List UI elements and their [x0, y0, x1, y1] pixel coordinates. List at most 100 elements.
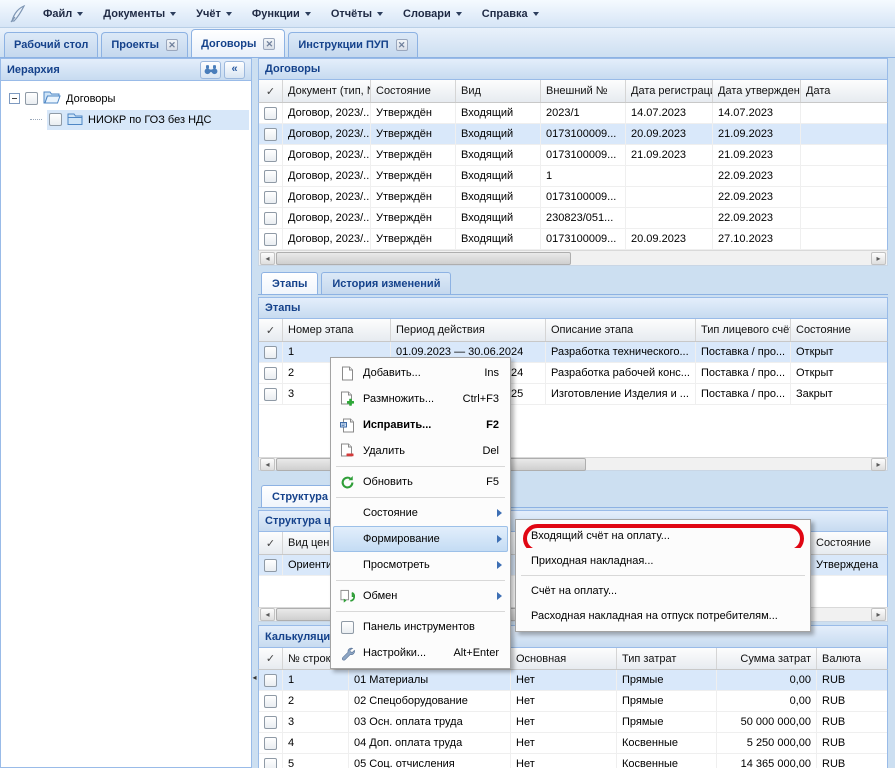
menu-item-delete[interactable]: Удалить Del [333, 438, 508, 464]
menu-item-refresh[interactable]: Обновить F5 [333, 469, 508, 495]
column-state[interactable]: Состояние [371, 80, 456, 102]
node-checkbox[interactable] [25, 92, 38, 105]
row-checkbox[interactable] [259, 124, 283, 144]
column-check[interactable]: ✓ [259, 532, 283, 554]
column-check[interactable]: ✓ [259, 319, 283, 341]
row-checkbox[interactable] [259, 208, 283, 228]
table-row[interactable]: Договор, 2023/...УтверждёнВходящий017310… [259, 124, 887, 145]
menu-reports[interactable]: Отчёты [321, 3, 393, 25]
table-cell: 2023/1 [541, 103, 626, 123]
row-checkbox[interactable] [259, 754, 283, 768]
tree-node-niokr[interactable]: НИОКР по ГОЗ без НДС [1, 109, 251, 130]
table-row[interactable]: 101 МатериалыНетПрямые0,00RUB [259, 670, 887, 691]
scroll-right-icon[interactable]: ▸ [871, 252, 886, 265]
scroll-thumb[interactable] [276, 252, 571, 265]
scroll-left-icon[interactable]: ◂ [260, 252, 275, 265]
table-cell: 21.09.2023 [713, 124, 801, 144]
menu-item-add[interactable]: Добавить... Ins [333, 360, 508, 386]
collapse-expander-icon[interactable] [9, 93, 20, 104]
column-stage-no[interactable]: Номер этапа [283, 319, 391, 341]
row-checkbox[interactable] [259, 103, 283, 123]
table-row[interactable]: 404 Доп. оплата трудаНетКосвенные5 250 0… [259, 733, 887, 754]
column-account-type[interactable]: Тип лицевого счёт [696, 319, 791, 341]
tab-stages[interactable]: Этапы [261, 272, 318, 294]
row-checkbox[interactable] [259, 733, 283, 753]
column-state[interactable]: Состояние [791, 319, 887, 341]
column-external-no[interactable]: Внешний № [541, 80, 626, 102]
menu-dictionaries[interactable]: Словари [393, 3, 472, 25]
contracts-hscrollbar[interactable]: ◂ ▸ [258, 250, 888, 266]
menu-file[interactable]: Файл [33, 3, 93, 25]
tab-instructions[interactable]: Инструкции ПУП✕ [288, 32, 417, 57]
menu-item-settings[interactable]: Настройки... Alt+Enter [333, 640, 508, 666]
column-currency[interactable]: Валюта [817, 648, 887, 669]
collapse-panel-icon[interactable]: « [224, 61, 245, 79]
column-period[interactable]: Период действия [391, 319, 546, 341]
submenu-item-incoming-invoice[interactable]: Входящий счёт на оплату... [518, 523, 808, 548]
row-checkbox[interactable] [259, 691, 283, 711]
row-checkbox[interactable] [259, 363, 283, 383]
submenu-item-receipt-note[interactable]: Приходная накладная... [518, 548, 808, 573]
scroll-left-icon[interactable]: ◂ [260, 458, 275, 471]
menu-documents[interactable]: Документы [93, 3, 186, 25]
row-checkbox[interactable] [259, 712, 283, 732]
column-check[interactable]: ✓ [259, 80, 283, 102]
tab-projects[interactable]: Проекты✕ [101, 32, 188, 57]
table-row[interactable]: Договор, 2023/...УтверждёнВходящий017310… [259, 187, 887, 208]
submenu-item-expense-note[interactable]: Расходная накладная на отпуск потребител… [518, 603, 808, 628]
tree-node-contracts[interactable]: Договоры [1, 88, 251, 109]
table-row[interactable]: Договор, 2023/...УтверждёнВходящий017310… [259, 145, 887, 166]
tab-desktop[interactable]: Рабочий стол [4, 32, 98, 57]
search-binoculars-icon[interactable] [200, 61, 221, 79]
menu-item-exchange[interactable]: Обмен [333, 583, 508, 609]
row-checkbox[interactable] [259, 670, 283, 690]
column-approve-date[interactable]: Дата утверждения [713, 80, 801, 102]
submenu-item-payment-invoice[interactable]: Счёт на оплату... [518, 578, 808, 603]
menu-help[interactable]: Справка [472, 3, 549, 25]
table-row[interactable]: Договор, 2023/...УтверждёнВходящий122.09… [259, 166, 887, 187]
column-document[interactable]: Документ (тип, № [283, 80, 371, 102]
tab-change-history[interactable]: История изменений [321, 272, 451, 294]
row-checkbox[interactable] [259, 555, 283, 575]
scroll-right-icon[interactable]: ▸ [871, 608, 886, 621]
menu-accounting[interactable]: Учёт [186, 3, 242, 25]
menu-functions[interactable]: Функции [242, 3, 321, 25]
menu-item-edit[interactable]: Исправить... F2 [333, 412, 508, 438]
column-description[interactable]: Описание этапа [546, 319, 696, 341]
row-checkbox[interactable] [259, 145, 283, 165]
scroll-left-icon[interactable]: ◂ [260, 608, 275, 621]
menu-item-view[interactable]: Просмотреть [333, 552, 508, 578]
menu-item-generation[interactable]: Формирование [333, 526, 508, 552]
row-checkbox[interactable] [259, 384, 283, 404]
column-check[interactable]: ✓ [259, 648, 283, 669]
column-reg-date[interactable]: Дата регистрации [626, 80, 713, 102]
table-row[interactable]: Договор, 2023/...УтверждёнВходящий017310… [259, 229, 887, 250]
row-checkbox[interactable] [259, 166, 283, 186]
scroll-right-icon[interactable]: ▸ [871, 458, 886, 471]
tab-contracts[interactable]: Договоры✕ [191, 29, 285, 57]
menu-item-state[interactable]: Состояние [333, 500, 508, 526]
table-cell: Утверждена [811, 555, 887, 575]
table-row[interactable]: 303 Осн. оплата трудаНетПрямые50 000 000… [259, 712, 887, 733]
column-date[interactable]: Дата [801, 80, 887, 102]
menu-item-duplicate[interactable]: Размножить... Ctrl+F3 [333, 386, 508, 412]
column-kind[interactable]: Вид [456, 80, 541, 102]
table-row[interactable]: 202 СпецоборудованиеНетПрямые0,00RUB [259, 691, 887, 712]
column-cost-type[interactable]: Тип затрат [617, 648, 717, 669]
close-icon[interactable]: ✕ [263, 38, 275, 50]
row-checkbox[interactable] [259, 229, 283, 249]
close-icon[interactable]: ✕ [396, 39, 408, 51]
table-row[interactable]: 505 Соц. отчисленияНетКосвенные14 365 00… [259, 754, 887, 768]
table-row[interactable]: Договор, 2023/...УтверждёнВходящий230823… [259, 208, 887, 229]
table-row[interactable]: Договор, 2023/...УтверждёнВходящий2023/1… [259, 103, 887, 124]
row-checkbox[interactable] [259, 342, 283, 362]
column-main[interactable]: Основная [511, 648, 617, 669]
column-state[interactable]: Состояние [811, 532, 887, 554]
column-cost-sum[interactable]: Сумма затрат [717, 648, 817, 669]
node-checkbox[interactable] [49, 113, 62, 126]
table-cell: 22.09.2023 [713, 187, 801, 207]
menu-item-toolbar-toggle[interactable]: Панель инструментов [333, 614, 508, 640]
row-checkbox[interactable] [259, 187, 283, 207]
close-icon[interactable]: ✕ [166, 39, 178, 51]
splitter-collapse-icon[interactable]: ◂ [251, 666, 258, 688]
